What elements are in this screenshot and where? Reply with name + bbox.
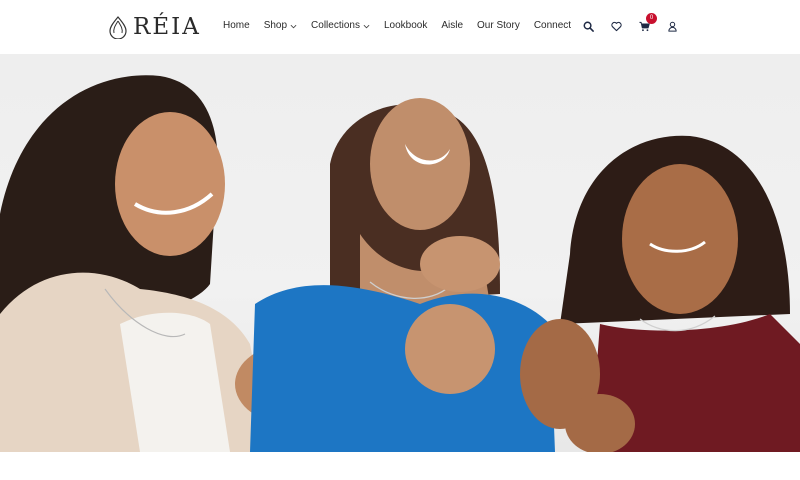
nav-item-label: Home — [223, 20, 250, 31]
nav-item-label: Aisle — [441, 20, 464, 31]
nav-item-label: Shop — [263, 20, 288, 31]
chevron-down-icon — [290, 24, 297, 28]
brand-logo[interactable]: RÉIA — [108, 13, 201, 41]
nav-item-label: Our Story — [477, 20, 520, 31]
nav-item-aisle[interactable]: Aisle — [441, 17, 463, 35]
nav-item-collections[interactable]: Collections — [311, 17, 370, 35]
nav-item-label: Connect — [533, 20, 572, 31]
hero-banner[interactable] — [0, 54, 800, 452]
nav-item-label: Lookbook — [383, 20, 428, 31]
heart-icon — [610, 21, 622, 31]
main-nav: Home Shop Collections Lookbook Aisle Our… — [223, 17, 571, 35]
model-middle — [250, 98, 555, 452]
search-button[interactable] — [582, 17, 594, 35]
search-icon — [583, 21, 594, 32]
nav-item-shop[interactable]: Shop — [264, 17, 297, 35]
site-header: RÉIA Home Shop Collections Lookbook Aisl… — [0, 0, 800, 54]
nav-item-label: Collections — [311, 20, 360, 31]
cart-count-badge: 0 — [646, 13, 657, 24]
wishlist-button[interactable] — [610, 17, 622, 35]
header-actions: 0 — [582, 13, 678, 35]
cart-button[interactable]: 0 — [638, 13, 657, 35]
user-icon — [667, 21, 677, 32]
model-right — [520, 135, 800, 452]
page-below-hero — [0, 452, 800, 480]
nav-item-lookbook[interactable]: Lookbook — [384, 17, 427, 35]
nav-item-connect[interactable]: Connect — [534, 17, 571, 35]
hero-image — [0, 75, 800, 452]
teardrop-logo-icon — [109, 16, 127, 39]
chevron-down-icon — [363, 24, 370, 28]
nav-item-home[interactable]: Home — [223, 17, 250, 35]
brand-name: RÉIA — [133, 14, 201, 40]
account-button[interactable] — [666, 17, 678, 35]
nav-item-our-story[interactable]: Our Story — [477, 17, 520, 35]
